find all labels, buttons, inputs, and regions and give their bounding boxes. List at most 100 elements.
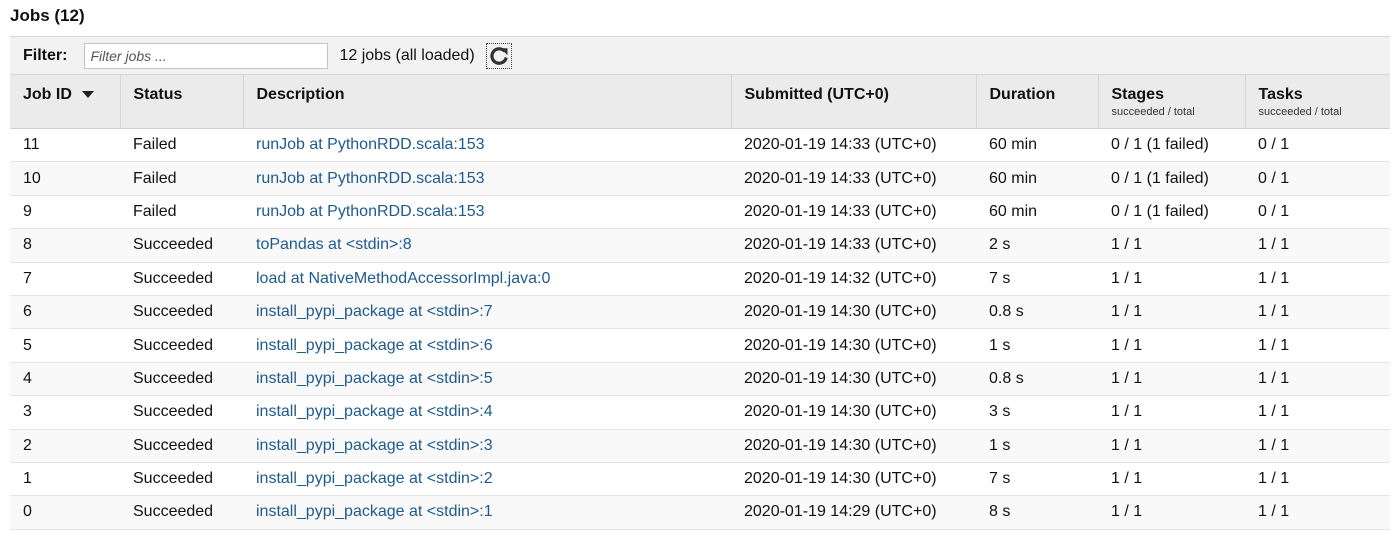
description-link[interactable]: install_pypi_package at <stdin>:7: [256, 303, 493, 320]
submitted-cell: 2020-01-19 14:30 (UTC+0): [731, 362, 976, 397]
page-title: Jobs (12): [10, 6, 85, 25]
stages-cell: 0 / 1 (1 failed): [1098, 195, 1245, 230]
tasks-cell: 1 / 1: [1245, 395, 1390, 430]
submitted-cell: 2020-01-19 14:30 (UTC+0): [731, 328, 976, 363]
submitted-cell: 2020-01-19 14:32 (UTC+0): [731, 262, 976, 296]
tasks-cell: 1 / 1: [1245, 228, 1390, 263]
tasks-subheader: succeeded / total: [1258, 106, 1342, 118]
column-header-submitted[interactable]: Submitted (UTC+0): [730, 74, 976, 129]
job-id-cell: 3: [10, 395, 120, 430]
job-id-cell: 10: [10, 161, 120, 196]
tasks-cell: 1 / 1: [1245, 495, 1390, 530]
duration-cell: 60 min: [976, 128, 1098, 163]
job-id-cell: 7: [10, 262, 120, 296]
table-row: 9 Failed runJob at PythonRDD.scala:153 2020…: [10, 195, 1390, 230]
filter-toolbar: Filter: 12 jobs (all loaded): [10, 36, 1390, 74]
table-row: 10 Failed runJob at PythonRDD.scala:153 202…: [10, 161, 1390, 196]
description-link[interactable]: toPandas at <stdin>:8: [256, 236, 412, 253]
status-cell: Succeeded: [120, 295, 243, 330]
stages-cell: 1 / 1: [1098, 429, 1245, 463]
duration-cell: 0.8 s: [976, 295, 1098, 330]
job-id-cell: 8: [10, 228, 120, 263]
duration-cell: 7 s: [976, 262, 1098, 296]
jobs-table: Job ID Status Description Submitted (UTC…: [10, 74, 1390, 530]
column-header-tasks[interactable]: Tasks succeeded / total: [1244, 74, 1390, 129]
tasks-cell: 1 / 1: [1245, 295, 1390, 330]
job-id-cell: 1: [10, 462, 120, 497]
tasks-cell: 0 / 1: [1245, 128, 1390, 163]
status-cell: Succeeded: [120, 362, 243, 397]
table-row: 1 Succeeded install_pypi_package at <stdin…: [10, 462, 1390, 497]
status-cell: Failed: [120, 195, 243, 230]
filter-label: Filter:: [23, 46, 68, 64]
description-link[interactable]: load at NativeMethodAccessorImpl.java:0: [256, 270, 550, 287]
jobs-count-text: 12 jobs (all loaded): [339, 46, 475, 64]
duration-cell: 60 min: [976, 195, 1098, 230]
column-header-status[interactable]: Status: [119, 74, 243, 129]
job-id-cell: 9: [10, 195, 120, 230]
status-cell: Succeeded: [120, 328, 243, 363]
status-cell: Succeeded: [120, 228, 243, 263]
stages-cell: 0 / 1 (1 failed): [1098, 128, 1245, 163]
refresh-button[interactable]: [485, 42, 512, 69]
description-link[interactable]: runJob at PythonRDD.scala:153: [256, 136, 485, 153]
tasks-cell: 0 / 1: [1245, 161, 1390, 196]
description-link[interactable]: install_pypi_package at <stdin>:5: [256, 370, 493, 387]
job-id-cell: 4: [10, 362, 120, 397]
refresh-icon: [490, 46, 508, 65]
table-row: 2 Succeeded install_pypi_package at <stdin…: [10, 429, 1390, 463]
stages-cell: 1 / 1: [1098, 262, 1245, 296]
filter-jobs-input[interactable]: [84, 42, 329, 69]
submitted-cell: 2020-01-19 14:29 (UTC+0): [731, 495, 976, 530]
status-cell: Failed: [120, 128, 243, 163]
duration-cell: 1 s: [976, 328, 1098, 363]
description-link[interactable]: install_pypi_package at <stdin>:6: [256, 337, 493, 354]
submitted-cell: 2020-01-19 14:33 (UTC+0): [731, 161, 976, 196]
status-cell: Succeeded: [120, 462, 243, 497]
stages-cell: 1 / 1: [1098, 295, 1245, 330]
description-link[interactable]: install_pypi_package at <stdin>:2: [256, 470, 493, 487]
submitted-cell: 2020-01-19 14:33 (UTC+0): [731, 195, 976, 230]
description-link[interactable]: runJob at PythonRDD.scala:153: [256, 203, 485, 220]
table-row: 6 Succeeded install_pypi_package at <stdin…: [10, 295, 1390, 330]
table-row: 7 Succeeded load at NativeMethodAccessorIm…: [10, 262, 1390, 296]
stages-cell: 1 / 1: [1098, 462, 1245, 497]
table-row: 0 Succeeded install_pypi_package at <stdin…: [10, 495, 1390, 530]
description-link[interactable]: install_pypi_package at <stdin>:4: [256, 403, 493, 420]
job-id-cell: 11: [10, 128, 120, 163]
status-cell: Succeeded: [120, 262, 243, 296]
description-link[interactable]: install_pypi_package at <stdin>:1: [256, 503, 493, 520]
table-row: 8 Succeeded toPandas at <stdin>:8 2020-01-1…: [10, 228, 1390, 263]
sort-descending-icon: [81, 91, 94, 99]
table-row: 11 Failed runJob at PythonRDD.scala:153 202…: [10, 128, 1390, 163]
submitted-cell: 2020-01-19 14:30 (UTC+0): [731, 295, 976, 330]
table-row: 3 Succeeded install_pypi_package at <stdin…: [10, 395, 1390, 430]
column-header-duration[interactable]: Duration: [975, 74, 1098, 129]
stages-cell: 1 / 1: [1098, 495, 1245, 530]
tasks-cell: 1 / 1: [1245, 462, 1390, 497]
job-id-cell: 5: [10, 328, 120, 363]
column-header-job-id[interactable]: Job ID: [10, 74, 120, 129]
table-row: 5 Succeeded install_pypi_package at <stdin…: [10, 328, 1390, 363]
table-header-row: Job ID Status Description Submitted (UTC…: [10, 74, 1390, 129]
job-id-cell: 0: [10, 495, 120, 530]
stages-cell: 1 / 1: [1098, 228, 1245, 263]
description-link[interactable]: install_pypi_package at <stdin>:3: [256, 437, 493, 454]
status-cell: Succeeded: [120, 495, 243, 530]
column-header-description[interactable]: Description: [242, 74, 731, 129]
tasks-cell: 1 / 1: [1245, 429, 1390, 463]
tasks-cell: 1 / 1: [1245, 262, 1390, 296]
stages-cell: 1 / 1: [1098, 395, 1245, 430]
duration-cell: 60 min: [976, 161, 1098, 196]
status-cell: Succeeded: [120, 395, 243, 430]
table-row: 4 Succeeded install_pypi_package at <stdin…: [10, 362, 1390, 397]
status-cell: Succeeded: [120, 429, 243, 463]
duration-cell: 8 s: [976, 495, 1098, 530]
column-header-stages[interactable]: Stages succeeded / total: [1097, 74, 1245, 129]
tasks-cell: 1 / 1: [1245, 328, 1390, 363]
description-link[interactable]: runJob at PythonRDD.scala:153: [256, 170, 485, 187]
job-id-cell: 2: [10, 429, 120, 463]
stages-subheader: succeeded / total: [1111, 106, 1195, 118]
submitted-cell: 2020-01-19 14:30 (UTC+0): [731, 462, 976, 497]
submitted-cell: 2020-01-19 14:30 (UTC+0): [731, 395, 976, 430]
